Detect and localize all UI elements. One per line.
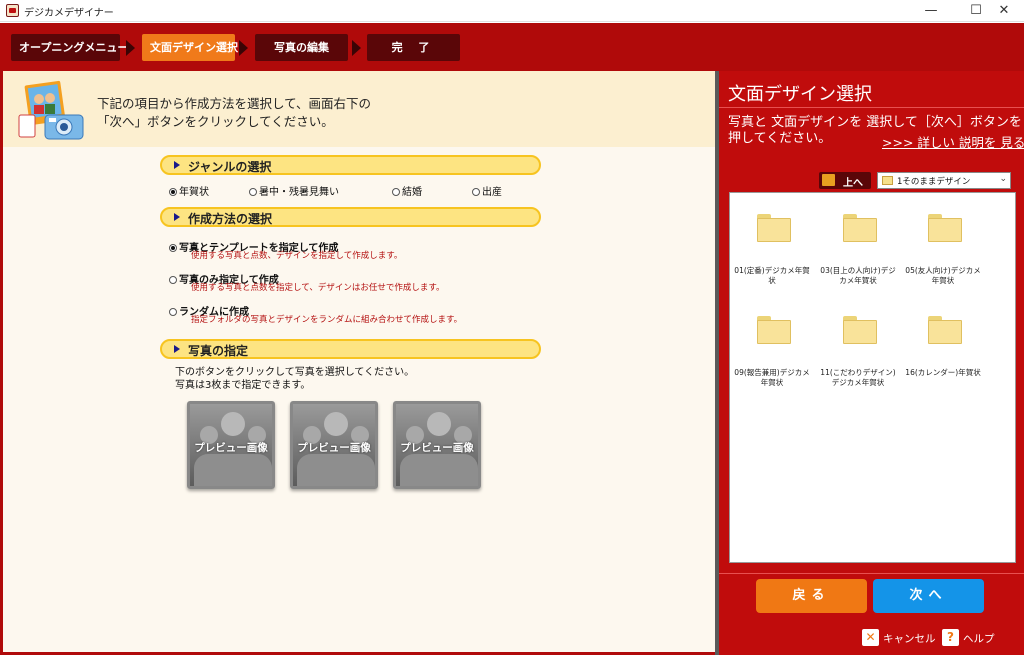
genre-section-header: ジャンルの選択 (160, 155, 541, 175)
genre-label: 出産 (482, 187, 502, 198)
step-navigation: オープニングメニュー 文面デザイン選択 写真の編集 完 了 (0, 23, 1024, 71)
up-folder-button[interactable]: 上へ (819, 172, 871, 189)
triangle-icon (174, 213, 180, 221)
title-bar: デジカメデザイナー — ☐ ✕ (0, 0, 1024, 22)
method-section-header: 作成方法の選択 (160, 207, 541, 227)
radio-icon (169, 276, 177, 284)
folder-icon (928, 214, 962, 242)
folder-select-value: 1そのままデザイン (897, 177, 971, 187)
help-label: ヘルプ (963, 633, 995, 645)
radio-icon (472, 188, 480, 196)
folder-icon (757, 214, 791, 242)
step-photo-edit[interactable]: 写真の編集 (255, 34, 348, 61)
folder-browser: 01(定番)デジカメ年賀状 03(目上の人向け)デジカメ年賀状 05(友人向け)… (729, 192, 1016, 563)
back-button[interactable]: 戻る (756, 579, 867, 613)
silhouette-body (297, 454, 375, 486)
divider (719, 107, 1024, 108)
method-description: 使用する写真と点数、デザインを指定して作成します。 (191, 251, 403, 261)
app-window: デジカメデザイナー — ☐ ✕ オープニングメニュー 文面デザイン選択 写真の編… (0, 0, 1024, 655)
genre-radio-wedding[interactable]: 結婚 (392, 183, 422, 198)
close-button[interactable]: ✕ (984, 0, 1024, 22)
genre-radio-summer-greeting[interactable]: 暑中・残暑見舞い (249, 183, 339, 198)
genre-header-label: ジャンルの選択 (188, 160, 272, 174)
preview-label: プレビュー画像 (194, 442, 268, 454)
radio-icon (169, 244, 177, 252)
step-design-select[interactable]: 文面デザイン選択 (142, 34, 238, 61)
method-header-label: 作成方法の選択 (188, 212, 273, 226)
genre-label: 結婚 (402, 187, 422, 198)
radio-icon (169, 308, 177, 316)
photo-section-header: 写真の指定 (160, 339, 541, 359)
cancel-button[interactable]: ✕ キャンセル (862, 629, 936, 647)
minimize-button[interactable]: — (908, 0, 954, 22)
divider (719, 573, 1024, 574)
preview-label: プレビュー画像 (297, 442, 371, 454)
up-button-label: 上へ (843, 178, 863, 189)
folder-label: 03(目上の人向け)デジカメ年賀状 (820, 266, 896, 285)
radio-icon (169, 188, 177, 196)
app-icon (6, 4, 19, 17)
preview-image-button-1[interactable]: プレビュー画像 (187, 401, 275, 489)
person-silhouette-icon (427, 412, 451, 436)
folder-icon (843, 316, 877, 344)
method-option-photo-template: 写真とテンプレートを指定して作成 使用する写真と点数、デザインを指定して作成しま… (169, 236, 402, 261)
radio-icon (392, 188, 400, 196)
method-description: 指定フォルダの写真とデザインをランダムに組み合わせて作成します。 (191, 315, 463, 325)
photo-header-label: 写真の指定 (188, 344, 249, 358)
help-button[interactable]: ? ヘルプ (942, 629, 1002, 647)
silhouette-body (194, 454, 272, 486)
triangle-icon (174, 161, 180, 169)
radio-icon (249, 188, 257, 196)
folder-select[interactable]: 1そのままデザイン ⌄ (877, 172, 1011, 189)
cancel-label: キャンセル (883, 633, 936, 645)
person-silhouette-icon (221, 412, 245, 436)
genre-label: 暑中・残暑見舞い (259, 187, 339, 198)
folder-label: 05(友人向け)デジカメ年賀状 (905, 266, 981, 285)
close-icon: ✕ (862, 629, 879, 646)
preview-label: プレビュー画像 (400, 442, 474, 454)
step-arrow-icon (239, 40, 248, 56)
panel-title: 文面デザイン選択 (728, 84, 872, 105)
window-title: デジカメデザイナー (24, 8, 114, 19)
folder-icon (757, 316, 791, 344)
chevron-down-icon: ⌄ (999, 174, 1007, 184)
silhouette-body (400, 454, 478, 486)
help-icon: ? (942, 629, 959, 646)
genre-label: 年賀状 (179, 187, 209, 198)
design-panel: 文面デザイン選択 写真と 文面デザインを 選択して［次へ］ボタンを 押してくださ… (719, 71, 1024, 655)
folder-icon (928, 316, 962, 344)
intro-text: 下記の項目から作成方法を選択して、画面右下の 「次へ」ボタンをクリックしてくださ… (97, 96, 372, 129)
step-arrow-icon (126, 40, 135, 56)
step-finish[interactable]: 完 了 (367, 34, 460, 61)
folder-up-icon (822, 174, 835, 186)
details-link[interactable]: >>> 詳しい 説明を 見る (882, 132, 1024, 151)
preview-image-button-3[interactable]: プレビュー画像 (393, 401, 481, 489)
step-arrow-icon (352, 40, 361, 56)
settings-panel: 下記の項目から作成方法を選択して、画面右下の 「次へ」ボタンをクリックしてくださ… (0, 71, 715, 655)
next-button[interactable]: 次へ (873, 579, 984, 613)
folder-icon (882, 176, 893, 185)
preview-image-button-2[interactable]: プレビュー画像 (290, 401, 378, 489)
folder-icon (843, 214, 877, 242)
photo-instruction: 下のボタンをクリックして写真を選択してください。 写真は3枚まで指定できます。 (175, 367, 415, 391)
step-opening-menu[interactable]: オープニングメニュー (11, 34, 128, 61)
method-description: 使用する写真と点数を指定して、デザインはお任せで作成します。 (191, 283, 445, 293)
folder-label: 09(報告兼用)デジカメ年賀状 (734, 368, 810, 387)
method-option-random: ランダムに作成 指定フォルダの写真とデザインをランダムに組み合わせて作成します。 (169, 300, 462, 325)
photo-camera-icon (18, 80, 84, 140)
folder-label: 01(定番)デジカメ年賀状 (734, 266, 810, 285)
folder-label: 11(こだわりデザイン)デジカメ年賀状 (820, 368, 896, 387)
intro-area: 下記の項目から作成方法を選択して、画面右下の 「次へ」ボタンをクリックしてくださ… (3, 71, 715, 147)
genre-radio-nengajo[interactable]: 年賀状 (169, 183, 209, 198)
method-option-photo-only: 写真のみ指定して作成 使用する写真と点数を指定して、デザインはお任せで作成します… (169, 268, 444, 293)
genre-radio-birth[interactable]: 出産 (472, 183, 502, 198)
person-silhouette-icon (324, 412, 348, 436)
triangle-icon (174, 345, 180, 353)
folder-label: 16(カレンダー)年賀状 (905, 368, 981, 377)
